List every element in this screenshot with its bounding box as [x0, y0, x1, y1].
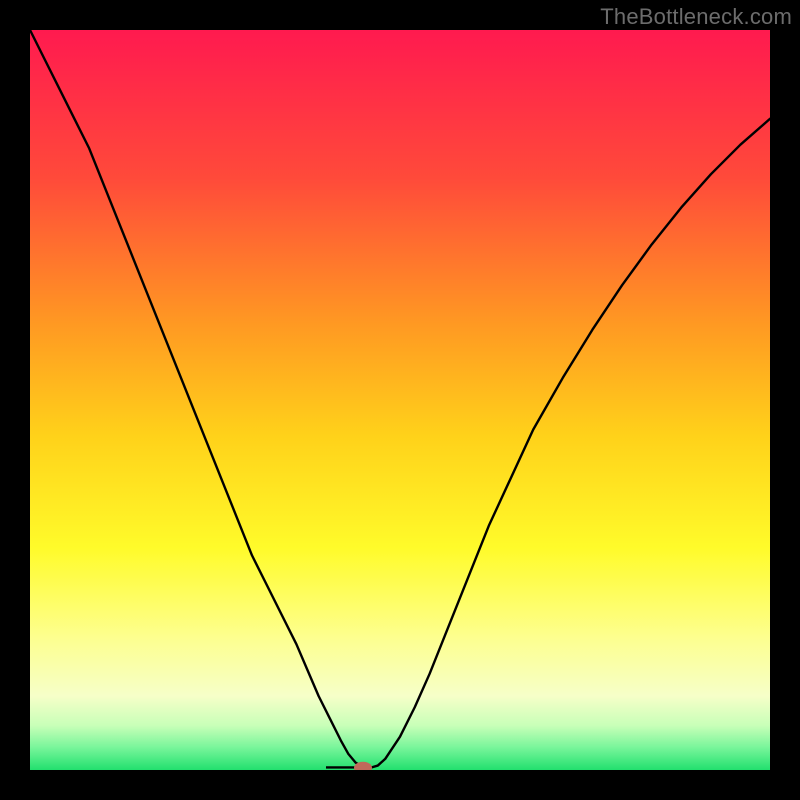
chart-background: [30, 30, 770, 770]
watermark-text: TheBottleneck.com: [600, 4, 792, 30]
chart-frame: TheBottleneck.com: [0, 0, 800, 800]
chart-plot-area: [30, 30, 770, 770]
chart-svg: [30, 30, 770, 770]
